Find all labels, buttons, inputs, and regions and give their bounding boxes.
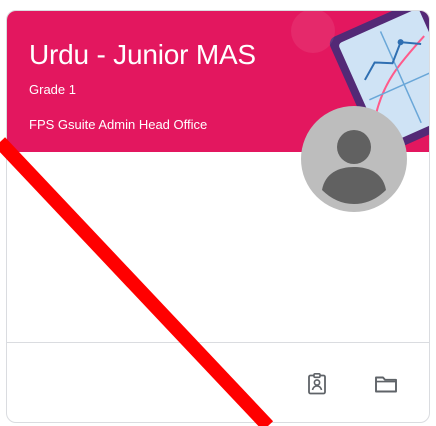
class-title[interactable]: Urdu - Junior MAS [29,39,256,71]
class-card[interactable]: Urdu - Junior MAS Grade 1 FPS Gsuite Adm… [6,10,430,423]
screenshot-stage: Urdu - Junior MAS Grade 1 FPS Gsuite Adm… [0,0,436,426]
card-footer-divider [7,342,429,343]
assignment-ind-icon [308,372,326,395]
your-work-button[interactable] [299,366,335,402]
class-section: Grade 1 [29,82,76,97]
person-avatar-icon [301,106,407,212]
folder-icon [375,376,397,393]
class-drive-folder-button[interactable] [368,366,404,402]
class-owner[interactable]: FPS Gsuite Admin Head Office [29,117,207,132]
